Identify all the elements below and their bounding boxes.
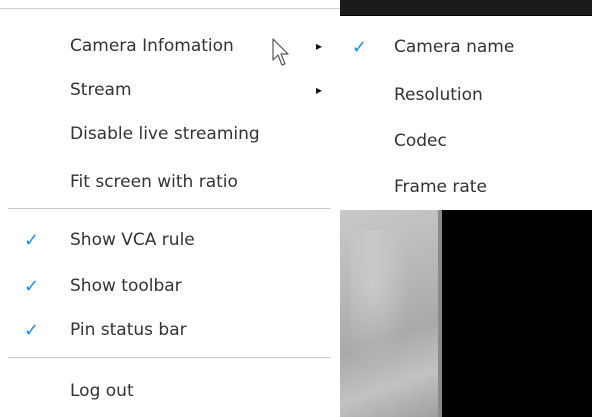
- menu-item-label: Camera Infomation: [70, 36, 234, 56]
- menu-item-log-out[interactable]: Log out: [0, 369, 340, 413]
- submenu-item-label: Codec: [394, 131, 447, 151]
- menu-item-show-toolbar[interactable]: ✓ Show toolbar: [0, 264, 340, 308]
- checkmark-icon: ✓: [352, 36, 368, 58]
- checkmark-icon: ✓: [24, 319, 40, 341]
- video-feed-left: [340, 210, 440, 417]
- menu-item-label: Log out: [70, 381, 134, 401]
- submenu-item-label: Camera name: [394, 37, 515, 57]
- menu-item-label: Show toolbar: [70, 276, 182, 296]
- submenu-item-camera-name[interactable]: ✓ Camera name: [340, 25, 592, 69]
- menu-item-pin-status-bar[interactable]: ✓ Pin status bar: [0, 308, 340, 352]
- mouse-pointer-icon: [272, 38, 289, 66]
- submenu-item-label: Frame rate: [394, 177, 487, 197]
- checkmark-icon: ✓: [24, 229, 40, 251]
- menu-item-disable-live-streaming[interactable]: Disable live streaming: [0, 112, 340, 156]
- menu-item-label: Fit screen with ratio: [70, 172, 238, 192]
- menu-item-fit-screen-with-ratio[interactable]: Fit screen with ratio: [0, 160, 340, 204]
- video-feed-right: [442, 210, 592, 417]
- video-top-strip: [340, 0, 592, 15]
- chevron-right-icon: ▸: [316, 83, 323, 97]
- submenu-item-codec[interactable]: Codec: [340, 119, 592, 163]
- menu-separator: [8, 208, 330, 209]
- camera-information-submenu: ✓ Camera name Resolution Codec Frame rat…: [340, 16, 592, 210]
- context-menu: Camera Infomation ▸ Stream ▸ Disable liv…: [0, 8, 340, 417]
- menu-item-label: Disable live streaming: [70, 124, 260, 144]
- chevron-right-icon: ▸: [316, 39, 323, 53]
- submenu-item-frame-rate[interactable]: Frame rate: [340, 165, 592, 209]
- menu-item-show-vca-rule[interactable]: ✓ Show VCA rule: [0, 218, 340, 262]
- menu-item-label: Stream: [70, 80, 132, 100]
- menu-item-label: Pin status bar: [70, 320, 187, 340]
- submenu-item-label: Resolution: [394, 85, 483, 105]
- menu-item-label: Show VCA rule: [70, 230, 195, 250]
- screen: Camera Infomation ▸ Stream ▸ Disable liv…: [0, 0, 592, 417]
- menu-separator: [8, 357, 330, 358]
- submenu-item-resolution[interactable]: Resolution: [340, 73, 592, 117]
- menu-item-stream[interactable]: Stream ▸: [0, 68, 340, 112]
- checkmark-icon: ✓: [24, 275, 40, 297]
